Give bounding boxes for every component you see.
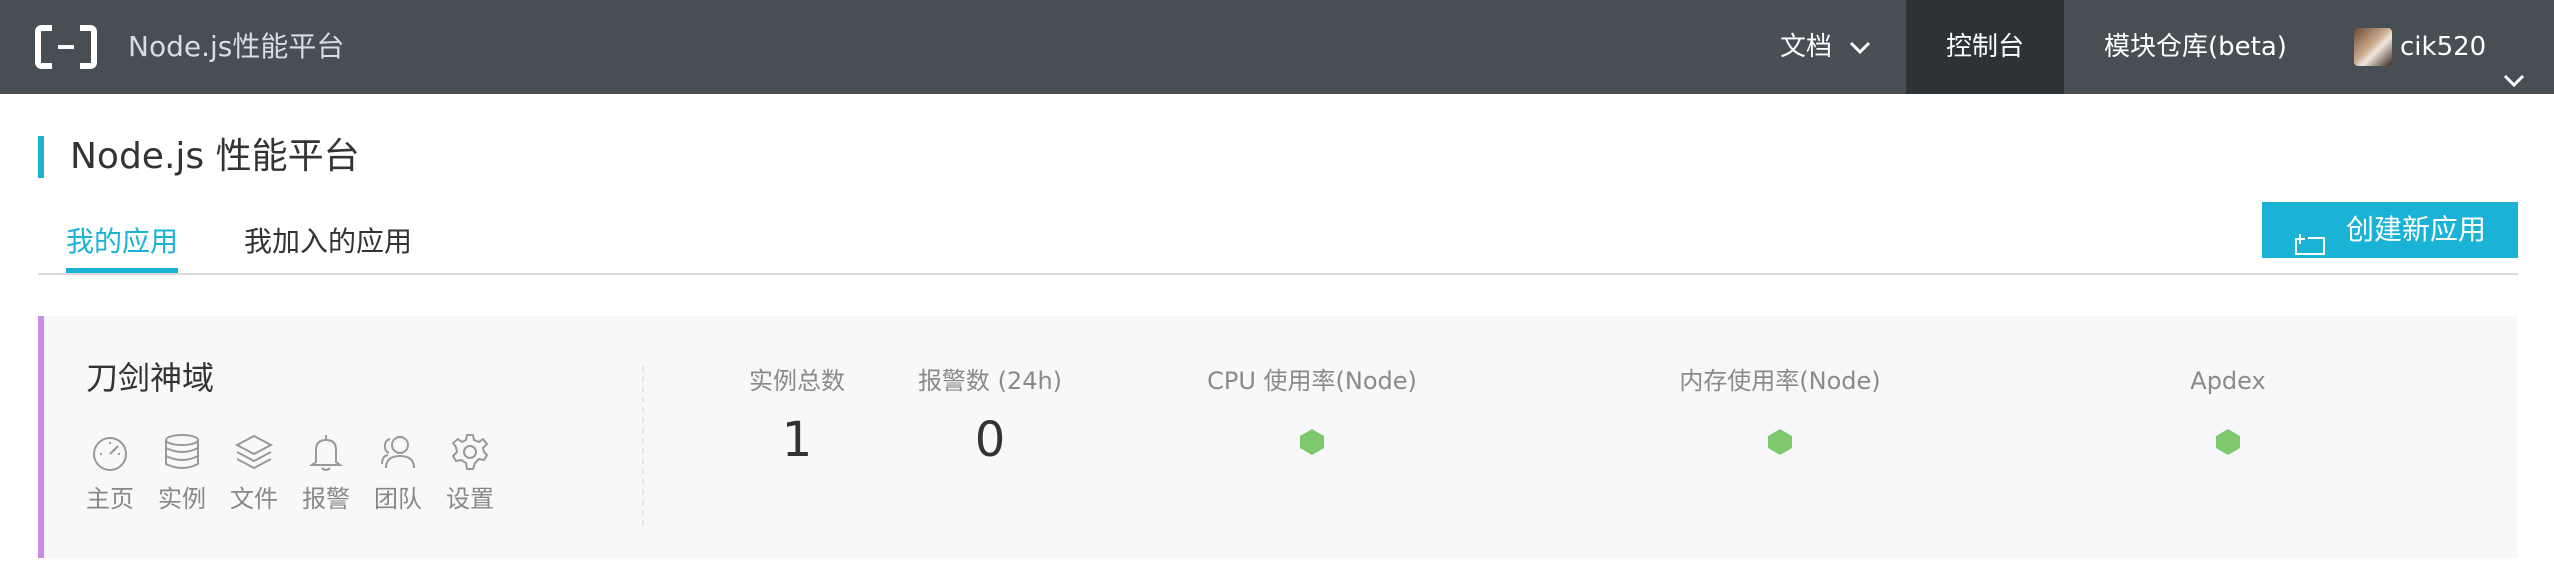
chevron-down-icon [1848,1,1872,95]
tab-joined-apps[interactable]: 我加入的应用 [244,222,412,262]
page-title: Node.js 性能平台 [70,136,360,177]
alerts-value[interactable]: 0 [890,408,1090,472]
avatar [2354,28,2392,66]
nav-module-repo[interactable]: 模块仓库(beta) [2104,0,2287,94]
action-label: 报警 [302,485,350,513]
action-label: 文件 [230,485,278,513]
action-files[interactable]: 文件 [226,432,282,514]
app-name[interactable]: 刀剑神域 [86,356,214,400]
cpu-status-icon [1298,428,1326,456]
brand-title[interactable]: Node.js性能平台 [128,27,344,67]
action-label: 设置 [446,485,494,513]
action-team[interactable]: 团队 [370,432,426,514]
apdex-label: Apdex [2190,367,2266,395]
team-icon [378,432,418,472]
alerts-label: 报警数 (24h) [917,367,1063,395]
app-card-accent [38,316,44,558]
action-instances[interactable]: 实例 [154,432,210,514]
create-app-label: 创建新应用 [2346,213,2487,246]
add-app-icon [2294,219,2326,275]
user-menu[interactable]: cik520 [2354,0,2554,94]
gear-icon [450,432,490,472]
nav-repo-label: 模块仓库(beta) [2104,32,2287,62]
speedometer-icon [90,432,130,472]
action-settings[interactable]: 设置 [442,432,498,514]
memory-label: 内存使用率(Node) [1679,367,1881,395]
top-navbar: Node.js性能平台 文档 控制台 模块仓库(beta) cik520 [0,0,2554,94]
nav-docs-label: 文档 [1780,32,1833,62]
nav-console[interactable]: 控制台 [1906,0,2064,94]
nav-console-label: 控制台 [1945,32,2024,62]
bell-icon [306,432,346,472]
user-name: cik520 [2400,32,2487,62]
action-alerts[interactable]: 报警 [298,432,354,514]
layers-icon [234,432,274,472]
nav-docs[interactable]: 文档 [1780,0,1872,94]
tabs-divider [38,273,2518,275]
memory-status-icon [1766,428,1794,456]
database-icon [162,432,202,472]
create-app-button[interactable]: 创建新应用 [2262,202,2518,258]
chevron-down-icon [2502,34,2526,128]
instances-value[interactable]: 1 [712,408,882,472]
card-divider [642,366,644,526]
tab-my-apps[interactable]: 我的应用 [66,222,178,262]
cpu-label: CPU 使用率(Node) [1207,367,1417,395]
title-accent-bar [38,136,44,178]
aliyun-logo-icon[interactable] [34,24,98,70]
action-label: 主页 [86,485,134,513]
apdex-status-icon [2214,428,2242,456]
action-label: 实例 [158,485,206,513]
action-home[interactable]: 主页 [82,432,138,514]
action-label: 团队 [374,485,422,513]
instances-label: 实例总数 [749,367,845,395]
app-card: 刀剑神域 主页 实例 文件 报警 团队 设置 实例总数 1 报警数 (24h) … [38,316,2518,558]
